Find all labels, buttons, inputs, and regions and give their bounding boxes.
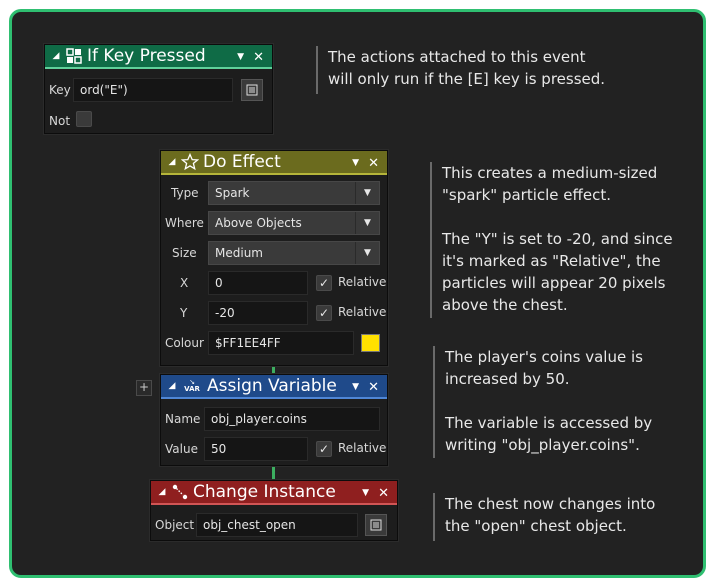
key-pressed-block[interactable]: ◢ If Key Pressed ▼ ✕ Key ord("E") Not: [44, 44, 273, 134]
key-pressed-header[interactable]: ◢ If Key Pressed ▼ ✕: [45, 45, 272, 69]
var-icon-text: VAR: [184, 385, 200, 393]
var-icon: ↘ VAR: [184, 378, 200, 394]
where-select[interactable]: Above Objects ▼: [208, 211, 380, 235]
block-title: If Key Pressed: [87, 46, 206, 66]
change-instance-icon: [171, 483, 189, 501]
key-input[interactable]: ord("E"): [73, 78, 233, 102]
block-title: Assign Variable: [207, 376, 337, 396]
note-line: it's marked as "Relative", the: [442, 252, 661, 270]
note-line: will only run if the [E] key is pressed.: [328, 70, 606, 88]
note-line: increased by 50.: [445, 370, 570, 388]
note-line: This creates a medium-sized: [442, 164, 658, 182]
note-key-pressed: The actions attached to this event will …: [316, 46, 696, 94]
change-instance-header[interactable]: ◢ Change Instance ▼ ✕: [151, 481, 397, 505]
block-title: Do Effect: [203, 152, 281, 172]
assign-variable-block[interactable]: ◢ ↘ VAR Assign Variable ▼ ✕ Name obj_pla…: [160, 374, 388, 466]
change-instance-block[interactable]: ◢ Change Instance ▼ ✕ Object obj_chest_o…: [150, 480, 398, 541]
collapse-icon[interactable]: ◢: [49, 51, 63, 61]
colour-swatch[interactable]: [361, 334, 380, 352]
type-value: Spark: [215, 186, 250, 200]
note-change-instance: The chest now changes into the "open" ch…: [433, 493, 693, 541]
object-input[interactable]: obj_chest_open: [196, 513, 358, 537]
object-label: Object: [155, 518, 195, 532]
add-button[interactable]: +: [136, 380, 152, 396]
star-icon: [181, 153, 199, 171]
object-picker-button[interactable]: [241, 79, 263, 101]
size-label: Size: [172, 246, 197, 260]
note-line: The player's coins value is: [445, 348, 643, 366]
x-label: X: [180, 276, 189, 290]
y-label: Y: [180, 306, 188, 320]
chevron-down-icon[interactable]: ▼: [355, 212, 379, 234]
x-input[interactable]: 0: [208, 271, 308, 295]
chevron-down-icon[interactable]: ▼: [237, 52, 244, 62]
y-relative-checkbox[interactable]: ✓: [316, 305, 332, 321]
key-label: Key: [49, 83, 71, 97]
note-line: particles will appear 20 pixels: [442, 274, 666, 292]
object-picker-button[interactable]: [365, 514, 387, 536]
y-relative-label: Relative: [338, 305, 387, 319]
note-line: writing "obj_player.coins".: [445, 436, 640, 454]
block-title: Change Instance: [193, 482, 336, 502]
chevron-down-icon[interactable]: ▼: [352, 382, 359, 392]
chevron-down-icon[interactable]: ▼: [355, 182, 379, 204]
close-icon[interactable]: ✕: [378, 486, 389, 501]
tutorial-canvas: ◢ If Key Pressed ▼ ✕ Key ord("E") Not ◢ …: [9, 9, 706, 578]
where-value: Above Objects: [215, 216, 302, 230]
type-label: Type: [171, 186, 199, 200]
not-checkbox[interactable]: [76, 111, 92, 127]
connector-line: [272, 466, 275, 480]
note-line: "spark" particle effect.: [442, 186, 611, 204]
do-effect-header[interactable]: ◢ Do Effect ▼ ✕: [161, 151, 387, 175]
relative-label: Relative: [338, 441, 387, 455]
note-line: The actions attached to this event: [328, 48, 586, 66]
collapse-icon[interactable]: ◢: [165, 381, 179, 391]
where-label: Where: [165, 216, 204, 230]
y-input[interactable]: -20: [208, 301, 308, 325]
chevron-down-icon[interactable]: ▼: [352, 158, 359, 168]
note-do-effect: This creates a medium-sized "spark" part…: [430, 162, 700, 318]
x-relative-label: Relative: [338, 275, 387, 289]
relative-checkbox[interactable]: ✓: [316, 441, 332, 457]
size-select[interactable]: Medium ▼: [208, 241, 380, 265]
note-line: the "open" chest object.: [445, 517, 627, 535]
value-input[interactable]: 50: [204, 437, 308, 461]
close-icon[interactable]: ✕: [368, 380, 379, 395]
not-label: Not: [49, 114, 71, 128]
collapse-icon[interactable]: ◢: [165, 157, 179, 167]
close-icon[interactable]: ✕: [253, 50, 264, 65]
name-input[interactable]: obj_player.coins: [204, 407, 380, 431]
note-line: above the chest.: [442, 296, 568, 314]
close-icon[interactable]: ✕: [368, 156, 379, 171]
grid-icon: [65, 47, 83, 65]
x-relative-checkbox[interactable]: ✓: [316, 275, 332, 291]
colour-label: Colour: [165, 336, 204, 350]
note-line: The variable is accessed by: [445, 414, 653, 432]
chevron-down-icon[interactable]: ▼: [362, 488, 369, 498]
colour-input[interactable]: $FF1EE4FF: [208, 331, 354, 355]
type-select[interactable]: Spark ▼: [208, 181, 380, 205]
do-effect-block[interactable]: ◢ Do Effect ▼ ✕ Type Spark ▼ Where Above…: [160, 150, 388, 366]
assign-variable-header[interactable]: ◢ ↘ VAR Assign Variable ▼ ✕: [161, 375, 387, 399]
value-label: Value: [165, 442, 198, 456]
note-line: The chest now changes into: [445, 495, 656, 513]
size-value: Medium: [215, 246, 263, 260]
name-label: Name: [165, 412, 201, 426]
note-assign-variable: The player's coins value is increased by…: [433, 346, 693, 458]
chevron-down-icon[interactable]: ▼: [355, 242, 379, 264]
collapse-icon[interactable]: ◢: [155, 487, 169, 497]
note-line: The "Y" is set to -20, and since: [442, 230, 673, 248]
